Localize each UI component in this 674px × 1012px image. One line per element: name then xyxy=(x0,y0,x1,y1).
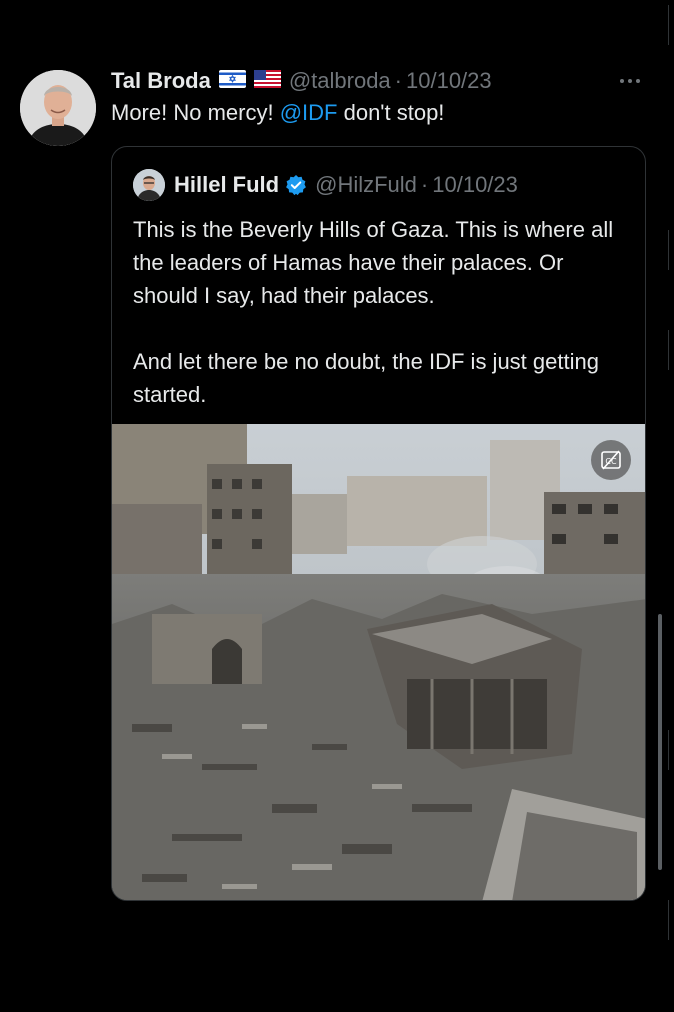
edge-divider xyxy=(668,330,674,370)
author-avatar[interactable] xyxy=(20,70,96,146)
tweet-date[interactable]: 10/10/23 xyxy=(406,68,492,94)
tweet-text: More! No mercy! @IDF don't stop! xyxy=(111,100,444,126)
quoted-paragraph-2: And let there be no doubt, the IDF is ju… xyxy=(133,349,599,407)
quoted-header-separator: · xyxy=(420,172,429,197)
author-name[interactable]: Tal Broda xyxy=(111,68,211,94)
verified-badge-icon xyxy=(285,174,307,196)
quoted-tweet-date[interactable]: 10/10/23 xyxy=(432,172,518,198)
edge-divider xyxy=(668,900,674,940)
quoted-paragraph-1: This is the Beverly Hills of Gaza. This … xyxy=(133,217,614,308)
scrollbar-thumb[interactable] xyxy=(658,614,662,870)
tweet-header: Tal Broda @talbroda · 10/10/23 xyxy=(111,66,492,96)
author-handle[interactable]: @talbroda xyxy=(289,68,391,94)
tweet[interactable]: Tal Broda @talbroda · 10/10/23 More! No … xyxy=(0,0,674,1012)
tweet-text-part: don't stop! xyxy=(337,100,445,125)
more-options-icon[interactable] xyxy=(614,72,646,90)
quoted-author-avatar[interactable] xyxy=(133,169,165,201)
edge-divider xyxy=(668,5,674,45)
quoted-author-handle[interactable]: @HilzFuld xyxy=(315,172,417,198)
quoted-tweet-media[interactable]: CC xyxy=(112,424,645,900)
tweet-text-part: More! No mercy! xyxy=(111,100,280,125)
mention-link[interactable]: @IDF xyxy=(280,100,338,125)
quoted-tweet-text: This is the Beverly Hills of Gaza. This … xyxy=(133,213,623,411)
edge-divider xyxy=(668,730,674,770)
quoted-tweet-header: Hillel Fuld @HilzFuld · 10/10/23 xyxy=(133,169,518,201)
quoted-tweet[interactable]: Hillel Fuld @HilzFuld · 10/10/23 This is… xyxy=(111,146,646,901)
caption-toggle-icon[interactable]: CC xyxy=(591,440,631,480)
israel-flag-icon xyxy=(218,68,246,94)
header-separator: · xyxy=(394,68,402,93)
usa-flag-icon xyxy=(253,68,281,94)
edge-divider xyxy=(668,230,674,270)
quoted-author-name[interactable]: Hillel Fuld xyxy=(174,172,279,198)
